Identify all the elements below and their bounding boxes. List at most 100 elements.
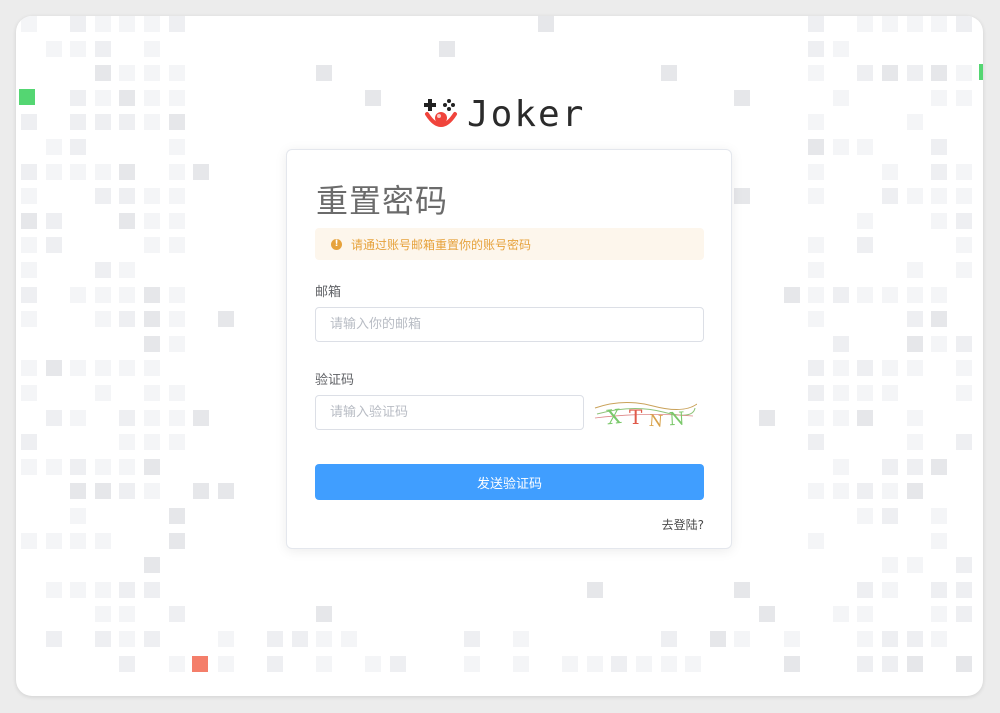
background-tile (21, 360, 37, 377)
background-tile (45, 409, 62, 426)
background-tile (882, 483, 898, 500)
background-tile (168, 434, 185, 451)
background-tile (955, 262, 972, 278)
captcha-image[interactable]: X T N N (593, 394, 697, 436)
background-tile (931, 65, 948, 82)
accent-tile (19, 89, 35, 105)
background-tile (144, 335, 160, 352)
background-tile (832, 409, 849, 426)
background-tile (931, 631, 948, 647)
background-tile (291, 631, 308, 647)
background-tile (857, 655, 874, 672)
background-tile (562, 655, 579, 672)
background-tile (316, 655, 333, 672)
background-tile (857, 237, 874, 254)
background-tile (906, 557, 923, 574)
background-tile (906, 409, 923, 426)
background-tile (832, 40, 849, 57)
background-tile (931, 89, 948, 106)
background-tile (70, 409, 87, 426)
background-tile (168, 89, 185, 106)
background-tile (267, 631, 283, 647)
background-tile (931, 139, 948, 155)
background-tile (119, 114, 136, 131)
background-tile (882, 188, 898, 205)
background-tile (931, 532, 948, 549)
background-tile (70, 286, 87, 303)
background-tile (882, 581, 898, 598)
background-tile (906, 286, 923, 303)
background-tile (906, 360, 923, 377)
background-tile (144, 65, 160, 82)
background-tile (931, 508, 948, 524)
background-tile (119, 631, 136, 647)
background-tile (931, 188, 948, 205)
background-tile (168, 139, 185, 155)
background-tile (660, 65, 677, 82)
background-tile (808, 139, 825, 155)
background-tile (70, 483, 87, 500)
background-tile (70, 360, 87, 377)
background-tile (119, 65, 136, 82)
background-tile (94, 16, 111, 32)
background-tile (931, 16, 948, 32)
background-tile (513, 631, 529, 647)
background-tile (857, 385, 874, 401)
background-tile (144, 631, 160, 647)
background-tile (168, 16, 185, 32)
background-tile (439, 40, 456, 57)
background-tile (21, 262, 37, 278)
background-tile (808, 65, 825, 82)
verification-code-field[interactable] (315, 395, 584, 430)
background-tile (955, 89, 972, 106)
background-tile (144, 311, 160, 328)
background-tile (857, 631, 874, 647)
background-tile (144, 409, 160, 426)
background-tile (955, 360, 972, 377)
background-tile (267, 655, 283, 672)
background-tile (168, 532, 185, 549)
background-tile (783, 286, 800, 303)
background-tile (955, 581, 972, 598)
accent-tile (192, 656, 208, 672)
background-tile (119, 655, 136, 672)
background-tile (144, 237, 160, 254)
background-tile (94, 385, 111, 401)
background-tile (857, 139, 874, 155)
background-tile (882, 286, 898, 303)
background-tile (168, 188, 185, 205)
background-tile (45, 212, 62, 229)
background-tile (857, 409, 874, 426)
background-tile (955, 237, 972, 254)
background-tile (931, 606, 948, 623)
background-tile (882, 655, 898, 672)
background-tile (955, 655, 972, 672)
background-tile (168, 163, 185, 180)
background-tile (21, 212, 37, 229)
background-tile (144, 385, 160, 401)
background-tile (94, 311, 111, 328)
background-tile (808, 311, 825, 328)
background-tile (168, 508, 185, 524)
background-tile (119, 16, 136, 32)
go-login-link[interactable]: 去登陆? (662, 516, 704, 533)
email-field[interactable] (315, 307, 704, 342)
background-tile (45, 360, 62, 377)
background-tile (168, 311, 185, 328)
background-tile (513, 655, 529, 672)
background-tile (70, 16, 87, 32)
background-tile (931, 286, 948, 303)
background-tile (70, 532, 87, 549)
background-tile (94, 188, 111, 205)
background-tile (931, 581, 948, 598)
send-code-button[interactable]: 发送验证码 (315, 464, 704, 500)
background-tile (709, 631, 726, 647)
background-tile (70, 114, 87, 131)
background-tile (94, 581, 111, 598)
background-tile (783, 655, 800, 672)
background-tile (94, 114, 111, 131)
background-tile (168, 237, 185, 254)
background-tile (21, 114, 37, 131)
background-tile (537, 16, 554, 32)
background-tile (168, 212, 185, 229)
